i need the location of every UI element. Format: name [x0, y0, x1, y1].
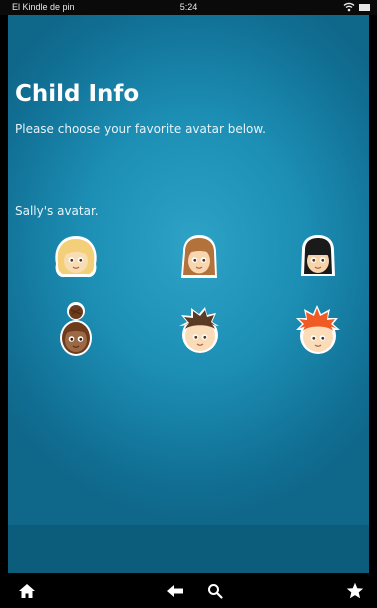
home-button[interactable]: [10, 573, 44, 608]
status-bar: El Kindle de pin 5:24: [0, 0, 377, 15]
search-button[interactable]: [198, 573, 232, 608]
wifi-icon: [343, 1, 355, 14]
avatar-bun-braids[interactable]: [46, 302, 106, 362]
search-icon: [208, 583, 223, 599]
favorites-button[interactable]: [338, 573, 372, 608]
avatar-prompt-label: Sally's avatar.: [15, 204, 99, 218]
app-screen: Child Info Please choose your favorite a…: [8, 15, 369, 573]
home-icon: [19, 583, 35, 598]
avatar-blonde-bob[interactable]: [46, 228, 106, 288]
page-subtitle: Please choose your favorite avatar below…: [15, 122, 266, 136]
favorites-star-icon: [346, 582, 364, 599]
page-title: Child Info: [15, 81, 140, 107]
back-arrow-icon: [167, 584, 183, 597]
back-button[interactable]: [158, 573, 192, 608]
battery-icon: [359, 4, 370, 11]
avatar-red-spiky[interactable]: [288, 302, 348, 362]
avatar-black-bangs[interactable]: [288, 228, 348, 288]
avatar-spiky-brown[interactable]: [169, 302, 229, 362]
avatar-brown-straight[interactable]: [169, 228, 229, 288]
bottom-strip: [8, 525, 369, 573]
navigation-bar: [0, 573, 377, 608]
status-time: 5:24: [179, 2, 198, 12]
